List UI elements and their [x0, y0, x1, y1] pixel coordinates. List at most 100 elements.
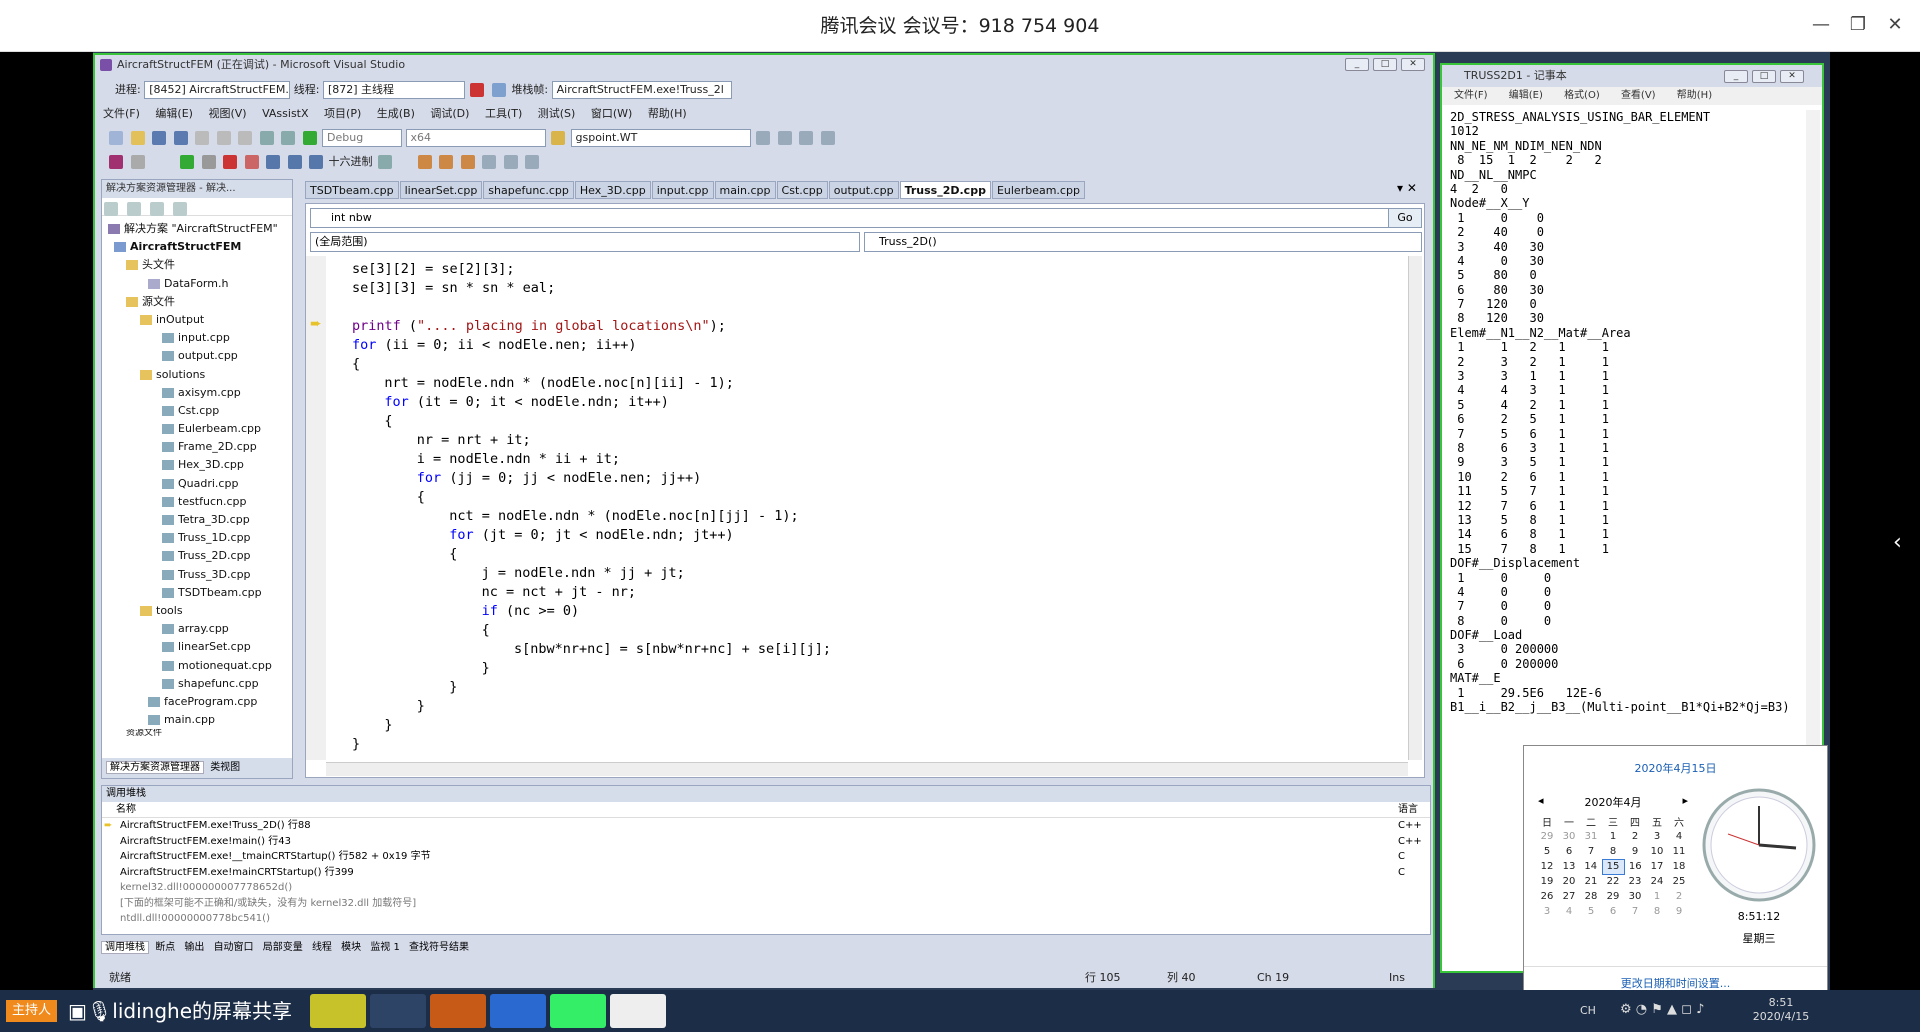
thread-combo[interactable]: [872] 主线程 [322, 81, 465, 99]
menu-build[interactable]: 生成(B) [377, 107, 415, 120]
tree-folder-resources[interactable]: 资源文件 [102, 729, 292, 737]
window-icon[interactable] [378, 155, 392, 169]
tree-file[interactable]: TSDTbeam.cpp [102, 584, 292, 602]
tree-file[interactable]: output.cpp [102, 347, 292, 365]
tray-icons[interactable]: ⚙ ◔ ⚑ ▲ ◻ ♪ [1620, 1002, 1704, 1017]
tree-file[interactable]: Eulerbeam.cpp [102, 420, 292, 438]
tab-class-view[interactable]: 类视图 [207, 762, 243, 773]
date-header[interactable]: 2020年4月15日 [1524, 760, 1827, 776]
calendar-day[interactable]: 29 [1602, 889, 1624, 904]
comment-icon[interactable] [482, 155, 496, 169]
redo-icon[interactable] [281, 131, 295, 145]
tree-folder-headers[interactable]: 头文件 [102, 256, 292, 274]
calendar-day[interactable]: 20 [1558, 874, 1580, 889]
calendar-day[interactable]: 12 [1536, 859, 1558, 874]
tree-folder-inoutput[interactable]: inOutput [102, 311, 292, 329]
step-out-icon[interactable] [309, 155, 323, 169]
calendar-day[interactable]: 6 [1558, 844, 1580, 859]
call-stack-row[interactable]: AircraftStructFEM.exe!__tmainCRTStartup(… [102, 849, 1430, 865]
calendar-day[interactable]: 29 [1536, 829, 1558, 844]
calendar-day[interactable]: 9 [1624, 844, 1646, 859]
calendar-day[interactable]: 3 [1536, 904, 1558, 919]
np-menu-edit[interactable]: 编辑(E) [1509, 90, 1543, 101]
calendar-day[interactable]: 7 [1624, 904, 1646, 919]
calendar-day[interactable]: 13 [1558, 859, 1580, 874]
np-menu-help[interactable]: 帮助(H) [1677, 90, 1712, 101]
horizontal-scrollbar[interactable] [326, 762, 1408, 776]
change-datetime-link[interactable]: 更改日期和时间设置... [1524, 966, 1827, 991]
calendar-day[interactable]: 4 [1668, 829, 1690, 844]
tree-file[interactable]: shapefunc.cpp [102, 675, 292, 693]
symbol-combo[interactable]: int nbw [310, 208, 1402, 228]
notepad-text[interactable]: 2D_STRESS_ANALYSIS_USING_BAR_ELEMENT 1012… [1450, 110, 1790, 714]
show-all-icon[interactable] [127, 201, 142, 216]
tree-file[interactable]: Truss_2D.cpp [102, 547, 292, 565]
tab-tsdtbeam[interactable]: TSDTbeam.cpp [305, 181, 399, 199]
tab-breakpoints[interactable]: 断点 [152, 942, 178, 953]
paste-icon[interactable] [238, 131, 252, 145]
extension-icon[interactable] [820, 131, 835, 145]
tab-input[interactable]: input.cpp [651, 181, 714, 199]
calendar-day[interactable]: 25 [1668, 874, 1690, 889]
menu-vassistx[interactable]: VAssistX [262, 107, 308, 120]
call-stack-row[interactable]: kernel32.dll!000000007778652d() [102, 880, 1430, 896]
properties-icon[interactable] [104, 201, 118, 216]
process-combo[interactable]: [8452] AircraftStructFEM. [144, 81, 291, 99]
layout-icon[interactable] [130, 155, 145, 169]
menu-project[interactable]: 项目(P) [324, 107, 361, 120]
calendar-day[interactable]: 5 [1580, 904, 1602, 919]
tray-language[interactable]: CH [1580, 1004, 1596, 1017]
call-stack-row[interactable]: AircraftStructFEM.exe!mainCRTStartup() 行… [102, 865, 1430, 881]
calendar-day[interactable]: 11 [1668, 844, 1690, 859]
outdent-icon[interactable] [525, 155, 539, 169]
config-combo[interactable]: Debug [322, 129, 402, 147]
tree-file[interactable]: Hex_3D.cpp [102, 456, 292, 474]
tree-solution[interactable]: 解决方案 "AircraftStructFEM" [102, 220, 292, 238]
tree-file[interactable]: faceProgram.cpp [102, 693, 292, 711]
tree-project[interactable]: AircraftStructFEM [102, 238, 292, 256]
tab-shapefunc[interactable]: shapefunc.cpp [483, 181, 574, 199]
np-menu-format[interactable]: 格式(O) [1564, 90, 1600, 101]
calendar-day[interactable]: 24 [1646, 874, 1668, 889]
tab-eulerbeam[interactable]: Eulerbeam.cpp [991, 181, 1085, 199]
vassist-icon[interactable] [109, 155, 123, 169]
find-combo[interactable]: gspoint.WT [570, 129, 751, 147]
calendar-day[interactable]: 1 [1602, 829, 1624, 844]
stop-debug-icon[interactable] [223, 155, 237, 169]
col-name[interactable]: 名称 [116, 804, 136, 815]
tree-folder-solutions[interactable]: solutions [102, 366, 292, 384]
continue-icon[interactable] [180, 155, 194, 169]
calendar-day[interactable]: 14 [1580, 859, 1602, 874]
calendar-day[interactable]: 6 [1602, 904, 1624, 919]
calendar-day[interactable]: 3 [1646, 829, 1668, 844]
new-project-icon[interactable] [109, 131, 123, 145]
prev-month-icon[interactable]: ◂ [1538, 794, 1544, 807]
calendar-day[interactable]: 15 [1601, 858, 1625, 875]
call-stack-row[interactable]: [下面的框架可能不正确和/或缺失，没有为 kernel32.dll 加载符号] [102, 896, 1430, 912]
tree-file[interactable]: Tetra_3D.cpp [102, 511, 292, 529]
tab-linearset[interactable]: linearSet.cpp [399, 181, 483, 199]
calendar-day[interactable]: 17 [1646, 859, 1668, 874]
restore-icon[interactable]: ❐ [1847, 14, 1869, 35]
vs-maximize-button[interactable]: □ [1373, 58, 1397, 71]
vs-minimize-button[interactable]: _ [1345, 58, 1369, 71]
notepad-maximize-button[interactable]: □ [1752, 70, 1776, 83]
function-combo[interactable]: Truss_2D() [864, 232, 1422, 252]
tab-output[interactable]: output.cpp [828, 181, 899, 199]
step-into-icon[interactable] [266, 155, 280, 169]
powerpoint-app-icon[interactable] [430, 994, 486, 1028]
calendar-day[interactable]: 2 [1668, 889, 1690, 904]
tab-find-symbol[interactable]: 查找符号结果 [406, 942, 472, 953]
tree-folder-source[interactable]: 源文件 [102, 293, 292, 311]
step-over-icon[interactable] [287, 155, 302, 169]
menu-file[interactable]: 文件(F) [103, 107, 140, 120]
save-icon[interactable] [152, 131, 166, 145]
tray-clock[interactable]: 8:51 2020/4/15 [1736, 996, 1826, 1024]
tab-output[interactable]: 输出 [181, 942, 207, 953]
tree-file[interactable]: array.cpp [102, 620, 292, 638]
find-icon[interactable] [551, 131, 565, 145]
tree-file[interactable]: input.cpp [102, 329, 292, 347]
wechat-app-icon[interactable] [310, 994, 366, 1028]
meeting-app-icon[interactable] [490, 994, 546, 1028]
notepad-app-icon[interactable] [610, 994, 666, 1028]
